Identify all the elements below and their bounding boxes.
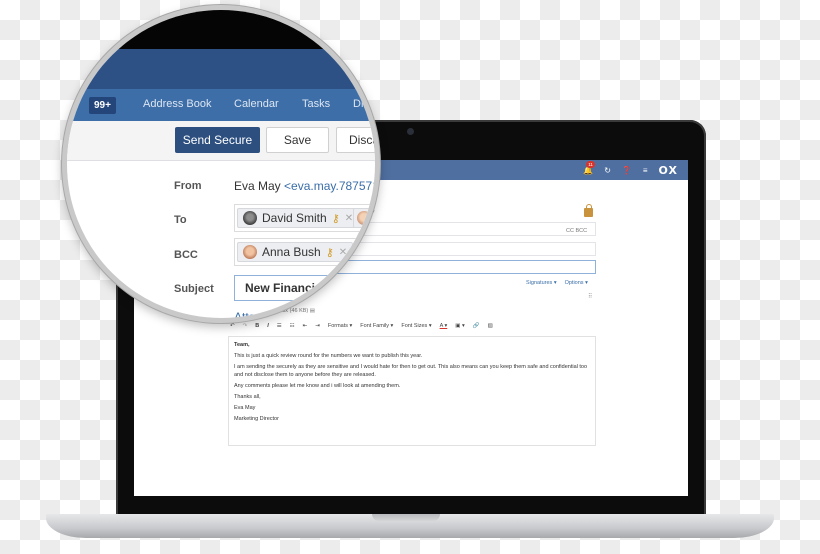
body-paragraph: I am sending the securely as they are se… xyxy=(234,364,588,378)
body-paragraph: Any comments please let me know and i wi… xyxy=(234,382,401,389)
subject-value: New Financial N xyxy=(245,281,338,295)
formats-dropdown[interactable]: Formats ▾ xyxy=(328,323,352,329)
outdent-icon[interactable]: ⇤ xyxy=(303,323,308,329)
numbered-list-icon[interactable]: ☷ xyxy=(290,323,295,329)
send-secure-button[interactable]: Send Secure xyxy=(175,127,260,153)
laptop-notch xyxy=(372,514,440,521)
ox-logo: OX xyxy=(658,163,678,177)
bell-icon[interactable]: 🔔 11 xyxy=(583,160,595,175)
save-button[interactable]: Save xyxy=(266,127,329,153)
signatures-dropdown[interactable]: Signatures ▾ xyxy=(526,280,557,286)
from-name: Eva May xyxy=(234,179,281,193)
undo-icon[interactable]: ↶ xyxy=(230,323,235,329)
remove-icon[interactable]: ✕ xyxy=(345,213,353,224)
camera xyxy=(407,128,414,135)
laptop-base xyxy=(46,514,774,538)
redo-icon[interactable]: ↷ xyxy=(243,323,248,329)
key-icon: ⚷ xyxy=(325,246,334,259)
message-body-editor[interactable]: Team, This is just a quick review round … xyxy=(228,336,596,446)
bcc-label: BCC xyxy=(174,249,198,261)
notification-badge: 11 xyxy=(586,160,595,168)
subject-label: Subject xyxy=(174,283,214,295)
options-dropdown[interactable]: Options ▾ xyxy=(565,280,588,286)
magnifier-lens: 99+ Address Book Calendar Tasks Drive Se… xyxy=(62,5,380,323)
app-header xyxy=(67,49,375,89)
indent-icon[interactable]: ⇥ xyxy=(315,323,320,329)
body-signature-name: Eva May xyxy=(234,405,256,412)
font-sizes-dropdown[interactable]: Font Sizes ▾ xyxy=(401,323,431,329)
italic-button[interactable]: I xyxy=(267,323,269,329)
background-color-icon[interactable]: ▣ ▾ xyxy=(455,323,465,329)
body-signature-title: Marketing Director xyxy=(234,416,279,423)
image-icon[interactable]: ▨ xyxy=(488,323,493,329)
recipient-name: David Smith xyxy=(262,211,327,225)
discard-button[interactable]: Discard xyxy=(336,127,375,153)
bold-button[interactable]: B xyxy=(255,323,259,329)
recipient-name: Anna Bush xyxy=(262,245,321,259)
unread-badge[interactable]: 99+ xyxy=(89,97,116,114)
from-value[interactable]: Eva May <eva.may.78757133 xyxy=(234,179,379,193)
refresh-icon[interactable]: ↻ xyxy=(604,166,611,175)
body-greeting: Team, xyxy=(234,342,250,348)
avatar xyxy=(243,245,257,259)
nav-drive[interactable]: Drive xyxy=(353,98,375,110)
from-label: From xyxy=(174,180,202,192)
recipient-chip[interactable]: David Smith ⚷ ✕ xyxy=(237,208,360,228)
nav-tasks[interactable]: Tasks xyxy=(302,98,330,110)
body-signoff: Thanks all, xyxy=(234,394,261,401)
cc-bcc-toggle[interactable]: CC BCC xyxy=(566,228,587,234)
font-family-dropdown[interactable]: Font Family ▾ xyxy=(360,323,393,329)
key-icon: ⚷ xyxy=(331,212,340,225)
nav-address-book[interactable]: Address Book xyxy=(143,98,211,110)
lock-icon[interactable] xyxy=(584,204,593,217)
avatar xyxy=(243,211,257,225)
help-icon[interactable]: ❓ xyxy=(622,166,632,175)
link-icon[interactable]: 🔗 xyxy=(473,323,480,329)
text-color-icon[interactable]: A ▾ xyxy=(440,323,448,329)
editor-toolbar: ↶ ↷ B I ☰ ☷ ⇤ ⇥ Formats ▾ Font Family ▾ … xyxy=(230,323,493,329)
bezel xyxy=(67,10,375,49)
nav-calendar[interactable]: Calendar xyxy=(234,98,279,110)
bullet-list-icon[interactable]: ☰ xyxy=(277,323,282,329)
remove-icon[interactable]: ✕ xyxy=(339,247,347,258)
body-paragraph: This is just a quick review round for th… xyxy=(234,353,423,360)
from-address: <eva.may.78757133 xyxy=(284,179,379,193)
grid-icon[interactable]: ⠿ xyxy=(588,293,592,300)
menu-icon[interactable]: ≡ xyxy=(643,166,648,175)
recipient-chip[interactable] xyxy=(353,208,375,228)
recipient-chip[interactable]: Anna Bush ⚷ ✕ xyxy=(237,242,354,262)
to-label: To xyxy=(174,214,187,226)
avatar xyxy=(357,211,371,225)
